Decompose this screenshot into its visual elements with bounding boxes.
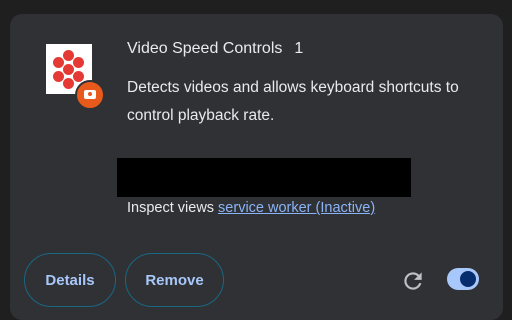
inspect-views-label: Inspect views — [127, 200, 215, 216]
extension-name: Video Speed Controls — [127, 40, 283, 57]
inspect-views: Inspect views service worker (Inactive) — [127, 200, 375, 216]
service-worker-link[interactable]: service worker (Inactive) — [218, 200, 375, 216]
extension-description: Detects videos and allows keyboard short… — [127, 79, 459, 124]
camera-icon — [75, 80, 105, 110]
extension-version: 1 — [294, 40, 304, 57]
enable-toggle[interactable] — [447, 268, 479, 290]
extension-title: Video Speed Controls 1 — [127, 40, 303, 62]
remove-button[interactable]: Remove — [125, 253, 224, 307]
details-button[interactable]: Details — [24, 253, 116, 307]
redacted-block — [117, 158, 411, 197]
toggle-knob — [460, 271, 476, 287]
reload-icon[interactable] — [400, 268, 426, 294]
